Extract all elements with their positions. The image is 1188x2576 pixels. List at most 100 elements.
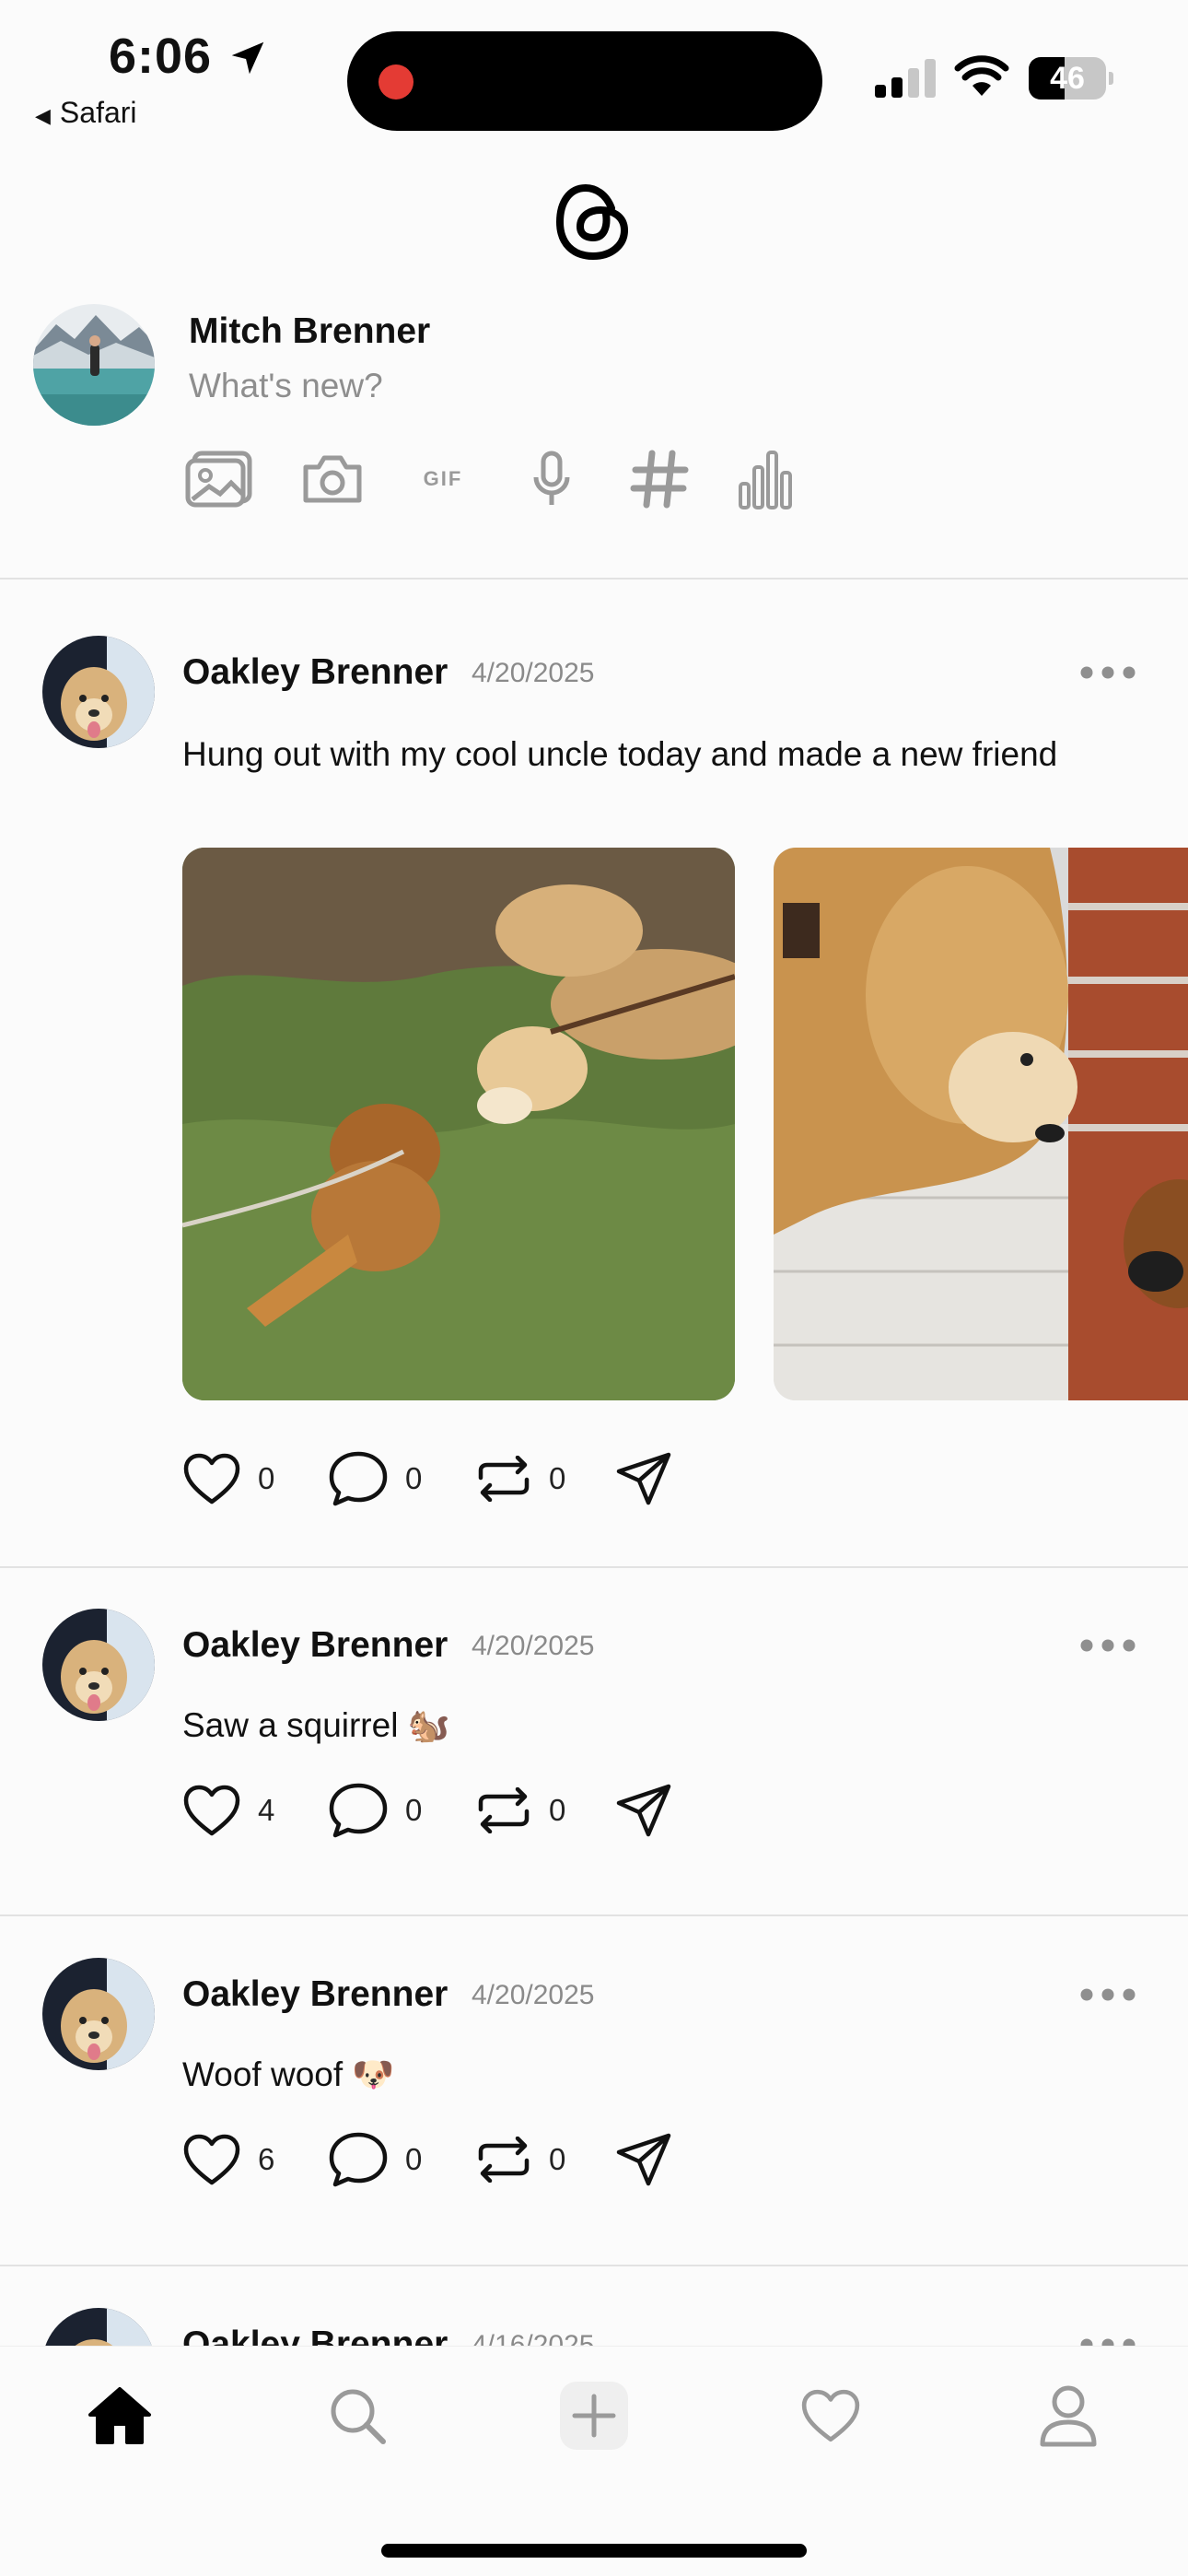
comment-button[interactable]: 0: [328, 1778, 422, 1843]
hashtag-icon[interactable]: [626, 442, 693, 516]
repost-count: 0: [549, 1793, 566, 1827]
comment-icon: [329, 1451, 388, 1506]
search-icon: [331, 2389, 386, 2444]
like-count: 4: [258, 1793, 275, 1827]
post-card[interactable]: Oakley Brenner 4/20/2025 Hung out with m…: [0, 636, 1188, 1566]
camera-icon[interactable]: [300, 442, 365, 516]
author-name[interactable]: Oakley Brenner: [182, 652, 448, 693]
heart-icon: [183, 1453, 240, 1505]
more-options-icon[interactable]: [1079, 1985, 1136, 2004]
more-options-icon[interactable]: [1079, 1636, 1136, 1655]
plus-button[interactable]: [560, 2382, 628, 2450]
home-icon: [88, 2387, 151, 2444]
home-indicator: [381, 2544, 807, 2558]
post-card[interactable]: Oakley Brenner 4/20/2025 Woof woof 🐶 6 0…: [0, 1958, 1188, 2262]
comment-count: 0: [405, 1793, 423, 1827]
share-button[interactable]: [615, 2127, 672, 2192]
repost-button[interactable]: 0: [475, 2127, 565, 2192]
mic-icon[interactable]: [529, 442, 575, 516]
author-avatar[interactable]: [42, 1958, 155, 2070]
wifi-icon: [954, 55, 1009, 96]
post-photo[interactable]: [774, 848, 1188, 1400]
gif-label: GIF: [423, 467, 463, 490]
author-name[interactable]: Oakley Brenner: [182, 1974, 448, 2015]
repost-button[interactable]: 0: [475, 1446, 565, 1511]
post-text: Hung out with my cool uncle today and ma…: [182, 735, 1058, 773]
current-user-name: Mitch Brenner: [189, 311, 431, 351]
recording-indicator-icon: [379, 64, 413, 100]
battery-percent: 46: [1050, 61, 1085, 96]
repost-count: 0: [549, 1461, 566, 1495]
back-triangle-icon: ◀: [35, 104, 51, 127]
battery-indicator: 46: [1029, 57, 1113, 100]
profile-icon: [1040, 2385, 1097, 2447]
heart-icon: [183, 1785, 240, 1836]
share-button[interactable]: [615, 1778, 672, 1843]
author-avatar[interactable]: [42, 2308, 155, 2347]
composer-divider: [0, 578, 1188, 580]
post-date: 4/20/2025: [472, 658, 595, 688]
like-button[interactable]: 4: [182, 1778, 274, 1843]
comment-icon: [329, 1783, 388, 1838]
author-avatar[interactable]: [42, 636, 155, 748]
back-app-label: Safari: [59, 96, 137, 129]
share-icon: [616, 2133, 671, 2186]
post-divider: [0, 1566, 1188, 1568]
post-card[interactable]: Oakley Brenner 4/20/2025 Saw a squirrel …: [0, 1609, 1188, 1913]
tab-profile[interactable]: [1013, 2365, 1124, 2466]
image-icon[interactable]: [184, 442, 254, 516]
post-divider: [0, 2265, 1188, 2266]
post-media-carousel[interactable]: [182, 848, 1188, 1400]
like-count: 6: [258, 2142, 275, 2176]
battery-body: 46: [1029, 57, 1106, 100]
repost-count: 0: [549, 2142, 566, 2176]
repost-icon: [478, 1456, 530, 1502]
tab-new-thread[interactable]: [539, 2365, 649, 2466]
share-icon: [616, 1784, 671, 1837]
author-name[interactable]: Oakley Brenner: [182, 2324, 448, 2347]
post-card[interactable]: Oakley Brenner 4/16/2025: [0, 2308, 1188, 2347]
new-thread-input[interactable]: What's new?: [189, 367, 383, 405]
post-text: Saw a squirrel 🐿️: [182, 1706, 450, 1744]
post-photo[interactable]: [182, 848, 735, 1400]
status-time: 6:06: [109, 29, 213, 84]
post-date: 4/20/2025: [472, 1631, 595, 1661]
location-arrow-icon: [231, 41, 264, 75]
comment-button[interactable]: 0: [328, 2127, 422, 2192]
repost-button[interactable]: 0: [475, 1778, 565, 1843]
repost-icon: [478, 2137, 530, 2183]
current-user-avatar[interactable]: [33, 304, 155, 426]
comment-count: 0: [405, 1461, 423, 1495]
composer: Mitch Brenner What's new? GIF: [0, 295, 1188, 580]
share-button[interactable]: [615, 1446, 672, 1511]
heart-icon: [801, 2389, 860, 2442]
comment-button[interactable]: 0: [328, 1446, 422, 1511]
tab-search[interactable]: [302, 2365, 413, 2466]
comment-icon: [329, 2132, 388, 2187]
cellular-signal-icon: [875, 59, 936, 98]
tab-bar: [0, 2346, 1188, 2576]
repost-icon: [478, 1787, 530, 1833]
poll-icon[interactable]: [737, 442, 796, 516]
post-text: Woof woof 🐶: [182, 2055, 395, 2093]
threads-logo-icon[interactable]: [553, 181, 634, 263]
tab-home[interactable]: [64, 2365, 175, 2466]
status-bar: 6:06 ◀ Safari 46: [0, 0, 1188, 138]
like-button[interactable]: 6: [182, 2127, 274, 2192]
author-name[interactable]: Oakley Brenner: [182, 1625, 448, 1666]
share-icon: [616, 1452, 671, 1505]
post-date: 4/20/2025: [472, 1980, 595, 2010]
battery-nub: [1109, 72, 1113, 85]
comment-count: 0: [405, 2142, 423, 2176]
plus-icon: [572, 2394, 616, 2438]
author-avatar[interactable]: [42, 1609, 155, 1721]
dynamic-island: [347, 31, 822, 131]
like-button[interactable]: 0: [182, 1446, 274, 1511]
post-date: 4/16/2025: [472, 2330, 595, 2347]
back-to-app-link[interactable]: ◀ Safari: [35, 96, 137, 130]
gif-icon[interactable]: GIF: [420, 442, 466, 516]
heart-icon: [183, 2134, 240, 2185]
like-count: 0: [258, 1461, 275, 1495]
tab-activity[interactable]: [775, 2365, 886, 2466]
more-options-icon[interactable]: [1079, 663, 1136, 682]
